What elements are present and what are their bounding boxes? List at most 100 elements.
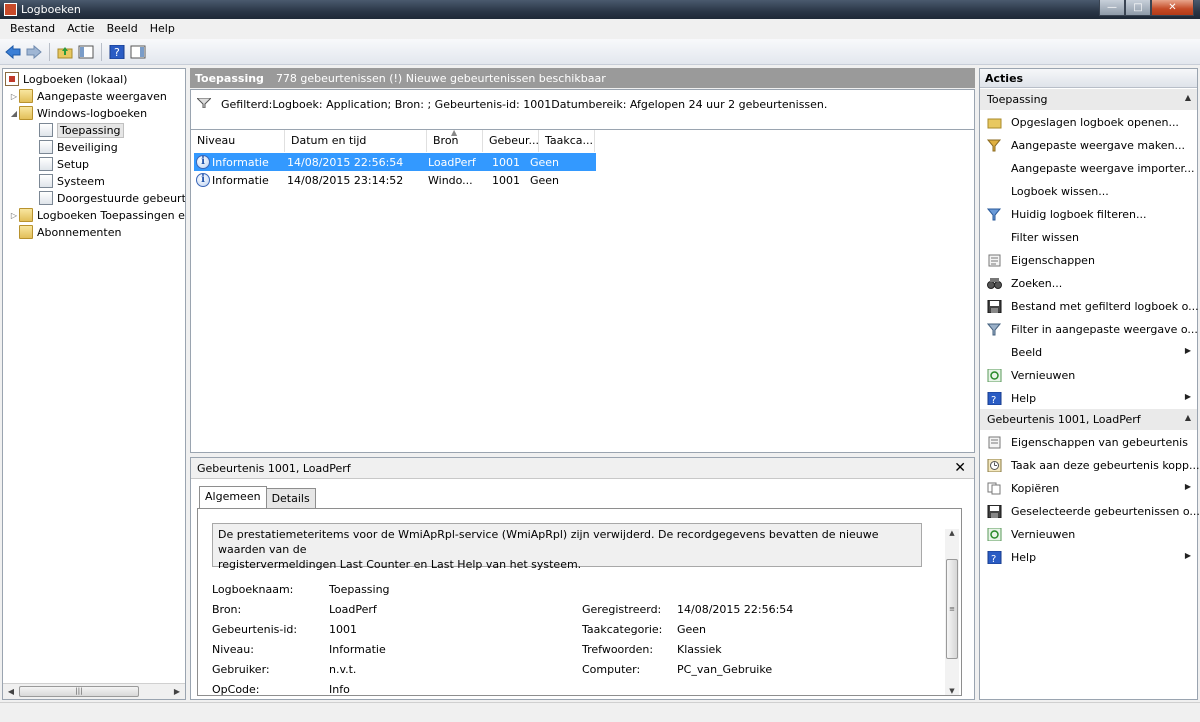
action-copy[interactable]: Kopiëren ▶ bbox=[980, 477, 1197, 499]
action-help-event[interactable]: ? Help ▶ bbox=[980, 546, 1197, 568]
filter-icon bbox=[197, 98, 211, 108]
tree-item-beveiliging[interactable]: Beveiliging bbox=[39, 139, 118, 155]
tree-item-doorgestuurde-gebeurtenissen[interactable]: Doorgestuurde gebeurtenissen bbox=[39, 190, 186, 206]
console-tree: Logboeken (lokaal) ▷ Aangepaste weergave… bbox=[2, 68, 186, 700]
event-detail-pane: Gebeurtenis 1001, LoadPerf ✕ Algemeen De… bbox=[190, 457, 975, 700]
action-event-properties[interactable]: Eigenschappen van gebeurtenis bbox=[980, 431, 1197, 453]
forward-button[interactable] bbox=[25, 43, 43, 61]
menu-beeld[interactable]: Beeld bbox=[101, 19, 144, 39]
properties-icon bbox=[987, 253, 1002, 268]
open-folder-icon bbox=[987, 115, 1002, 130]
tab-algemeen[interactable]: Algemeen bbox=[199, 486, 267, 508]
svg-text:?: ? bbox=[114, 46, 120, 59]
action-label: Opgeslagen logboek openen... bbox=[1011, 115, 1179, 129]
action-filter-current-log[interactable]: Huidig logboek filteren... bbox=[980, 203, 1197, 225]
scroll-left-icon[interactable]: ◀ bbox=[4, 685, 18, 699]
tree-item-systeem[interactable]: Systeem bbox=[39, 173, 105, 189]
action-label: Kopiëren bbox=[1011, 481, 1060, 495]
action-import-custom-view[interactable]: Aangepaste weergave importer... bbox=[980, 157, 1197, 179]
tree-item-label: Toepassing bbox=[57, 122, 124, 138]
show-hide-actions-button[interactable] bbox=[129, 43, 147, 61]
scroll-up-icon[interactable]: ▲ bbox=[945, 529, 959, 541]
tree-horizontal-scrollbar[interactable]: ◀ ||| ▶ bbox=[3, 683, 185, 699]
scrollbar-thumb[interactable]: ||| bbox=[19, 686, 139, 697]
action-label: Bestand met gefilterd logboek o... bbox=[1011, 299, 1199, 313]
help-button[interactable]: ? bbox=[108, 43, 126, 61]
tree-item-abonnementen[interactable]: Abonnementen bbox=[19, 224, 121, 240]
column-datum-en-tijd[interactable]: Datum en tijd bbox=[285, 130, 427, 152]
action-filter-to-custom-view[interactable]: Filter in aangepaste weergave o... bbox=[980, 318, 1198, 340]
tree-item-setup[interactable]: Setup bbox=[39, 156, 89, 172]
action-create-custom-view[interactable]: Aangepaste weergave maken... bbox=[980, 134, 1197, 156]
column-niveau[interactable]: Niveau bbox=[191, 130, 285, 152]
collapse-icon[interactable]: ◢ bbox=[9, 109, 19, 118]
action-save-filtered-log[interactable]: Bestand met gefilterd logboek o... bbox=[980, 295, 1199, 317]
tree-item-aangepaste-weergaven[interactable]: ▷ Aangepaste weergaven bbox=[9, 88, 167, 104]
action-refresh-event[interactable]: Vernieuwen bbox=[980, 523, 1197, 545]
group-label: Gebeurtenis 1001, LoadPerf bbox=[987, 413, 1141, 426]
action-label: Taak aan deze gebeurtenis kopp... bbox=[1011, 458, 1200, 472]
close-icon[interactable]: ✕ bbox=[954, 460, 966, 476]
action-label: Aangepaste weergave importer... bbox=[1011, 161, 1195, 175]
action-help[interactable]: ? Help ▶ bbox=[980, 387, 1197, 409]
action-save-selected-events[interactable]: Geselecteerde gebeurtenissen o... bbox=[980, 500, 1200, 522]
event-properties-icon bbox=[987, 435, 1002, 450]
refresh-icon bbox=[987, 527, 1002, 542]
label-computer: Computer: bbox=[582, 663, 641, 676]
cell-datum: 14/08/2015 23:14:52 bbox=[287, 173, 404, 187]
expand-icon[interactable]: ▷ bbox=[9, 211, 19, 220]
action-attach-task[interactable]: Taak aan deze gebeurtenis kopp... bbox=[980, 454, 1200, 476]
action-clear-log[interactable]: Logboek wissen... bbox=[980, 180, 1197, 202]
back-button[interactable] bbox=[4, 43, 22, 61]
up-folder-button[interactable] bbox=[56, 43, 74, 61]
binoculars-icon bbox=[987, 276, 1002, 291]
actions-group-event[interactable]: Gebeurtenis 1001, LoadPerf ▲ bbox=[980, 409, 1197, 430]
tree-item-logboeken-lokaal[interactable]: Logboeken (lokaal) bbox=[5, 71, 127, 87]
column-bron[interactable]: ▲ Bron bbox=[427, 130, 483, 152]
table-row[interactable]: i Informatie 14/08/2015 22:56:54 LoadPer… bbox=[194, 153, 596, 171]
minimize-button[interactable]: — bbox=[1099, 0, 1125, 16]
action-open-saved-log[interactable]: Opgeslagen logboek openen... bbox=[980, 111, 1197, 133]
scroll-down-icon[interactable]: ▼ bbox=[945, 687, 959, 695]
copy-icon bbox=[987, 481, 1002, 496]
tab-general-content: De prestatiemeteritems voor de WmiApRpl-… bbox=[197, 508, 962, 696]
tree-item-logboeken-toepassingen[interactable]: ▷ Logboeken Toepassingen en services bbox=[9, 207, 185, 223]
show-hide-tree-button[interactable] bbox=[77, 43, 95, 61]
actions-pane-icon bbox=[130, 45, 146, 58]
action-label: Help bbox=[1011, 391, 1037, 405]
action-view[interactable]: Beeld ▶ bbox=[980, 341, 1197, 363]
action-label: Vernieuwen bbox=[1011, 527, 1076, 541]
expand-icon[interactable]: ▷ bbox=[9, 92, 19, 101]
detail-vertical-scrollbar[interactable]: ▲ ≡ ▼ bbox=[945, 529, 959, 695]
action-clear-filter[interactable]: Filter wissen bbox=[980, 226, 1197, 248]
action-find[interactable]: Zoeken... bbox=[980, 272, 1197, 294]
event-viewer-icon bbox=[5, 72, 19, 86]
action-refresh[interactable]: Vernieuwen bbox=[980, 364, 1197, 386]
collapse-icon[interactable]: ▲ bbox=[1185, 93, 1191, 102]
save-icon bbox=[987, 299, 1002, 314]
submenu-arrow-icon: ▶ bbox=[1184, 392, 1191, 401]
action-properties[interactable]: Eigenschappen bbox=[980, 249, 1197, 271]
tree-item-label: Doorgestuurde gebeurtenissen bbox=[57, 191, 186, 205]
tree-item-toepassing[interactable]: Toepassing bbox=[39, 122, 124, 138]
tab-details[interactable]: Details bbox=[265, 488, 316, 508]
event-table: Niveau Datum en tijd ▲ Bron Gebeur... Ta… bbox=[190, 129, 975, 453]
menu-help[interactable]: Help bbox=[144, 19, 181, 39]
menu-actie[interactable]: Actie bbox=[61, 19, 101, 39]
log-icon bbox=[39, 123, 53, 137]
maximize-button[interactable]: □ bbox=[1125, 0, 1151, 16]
tree-item-windows-logboeken[interactable]: ◢ Windows-logboeken bbox=[9, 105, 147, 121]
status-bar bbox=[0, 702, 1200, 722]
column-gebeurtenis-id[interactable]: Gebeur... bbox=[483, 130, 539, 152]
table-row[interactable]: i Informatie 14/08/2015 23:14:52 Windo..… bbox=[194, 171, 596, 189]
column-taakcategorie[interactable]: Taakca... bbox=[539, 130, 595, 152]
scrollbar-thumb[interactable]: ≡ bbox=[946, 559, 958, 659]
actions-group-toepassing[interactable]: Toepassing ▲ bbox=[980, 89, 1197, 110]
clear-log-icon bbox=[987, 184, 1002, 199]
menu-bestand[interactable]: Bestand bbox=[4, 19, 61, 39]
description-line: De prestatiemeteritems voor de WmiApRpl-… bbox=[218, 528, 879, 556]
close-window-button[interactable]: ✕ bbox=[1151, 0, 1194, 16]
action-label: Help bbox=[1011, 550, 1037, 564]
scroll-right-icon[interactable]: ▶ bbox=[170, 685, 184, 699]
collapse-icon[interactable]: ▲ bbox=[1185, 413, 1191, 422]
